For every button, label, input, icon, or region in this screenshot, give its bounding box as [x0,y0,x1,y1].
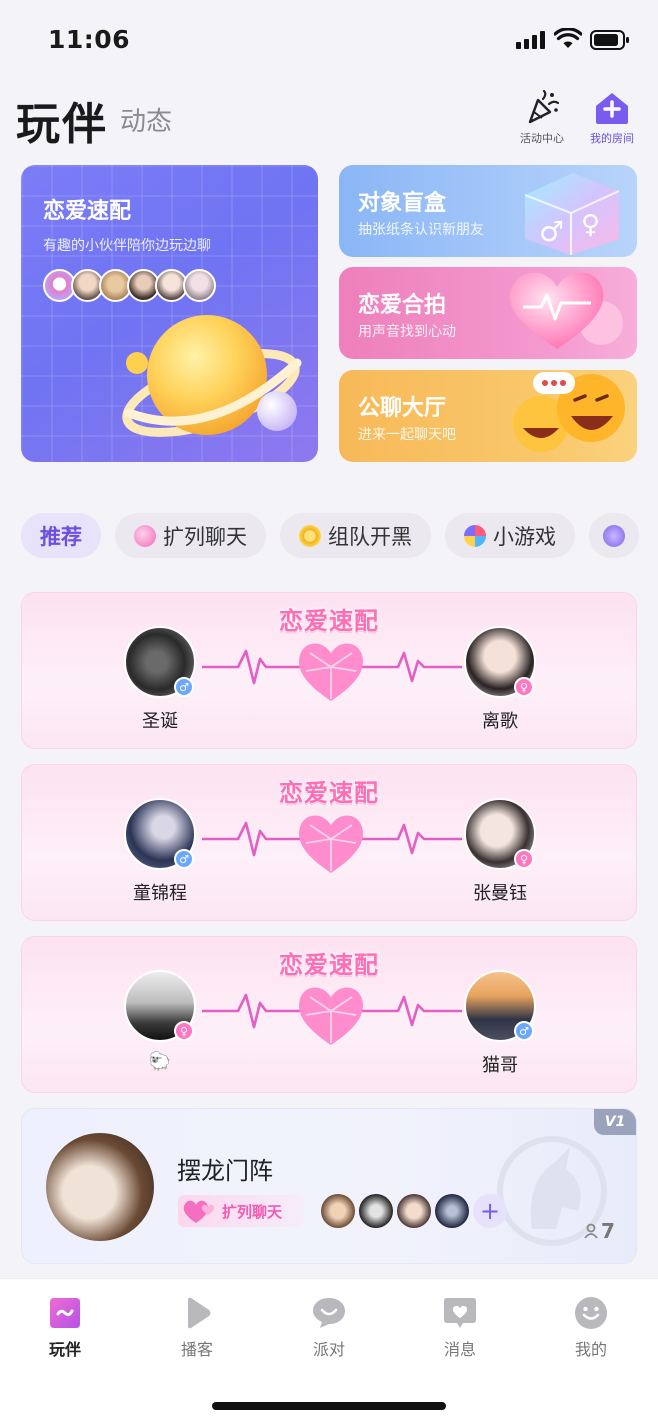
match-right-name: 猫哥 [482,1055,518,1076]
avatar [321,1194,355,1228]
tab-team-up[interactable]: 组队开黑 [280,513,431,558]
tab-more[interactable] [589,513,639,558]
public-chat-title: 公聊大厅 [358,396,447,421]
blind-box-title: 对象盲盒 [358,191,447,216]
duet-title: 恋爱合拍 [358,293,447,318]
blind-box-card[interactable]: 对象盲盒 抽张纸条认识新朋友 ♂ ♀ [339,165,637,257]
message-heart-icon [444,1298,476,1328]
match-left-name: 童锦程 [133,883,187,904]
room-tag-label: 扩列聊天 [222,1202,283,1221]
nav-label: 玩伴 [48,1340,81,1359]
planet-icon [122,315,302,437]
match-right-name: 张曼钰 [473,883,527,904]
tab-recommend[interactable]: 推荐 [21,513,101,558]
duet-subtitle: 用声音找到心动 [358,324,456,340]
wifi-icon [554,28,582,48]
match-title: 恋爱速配 [279,779,379,807]
chat-bubble-icon [313,1298,345,1328]
match-card[interactable]: 恋爱速配 ♀ 🐑 ♂ 猫哥 [21,936,637,1093]
laughing-emoji-icon [513,372,625,452]
room-card[interactable]: V1 摆龙门阵 扩列聊天 + 7 [21,1108,637,1264]
female-icon: ♀ [174,1021,194,1041]
public-chat-subtitle: 进来一起聊天吧 [358,427,456,443]
blind-box-subtitle: 抽张纸条认识新朋友 [358,222,484,238]
male-icon: ♂ [174,677,194,697]
match-card[interactable]: 恋爱速配 ♂ 童锦程 ♀ 张曼钰 [21,764,637,921]
avatar [397,1194,431,1228]
room-members: + [321,1194,507,1228]
coin-icon [299,524,321,547]
nav-label: 派对 [312,1340,345,1359]
avatar [183,269,216,302]
battery-icon [590,30,629,50]
room-avatar [46,1133,154,1241]
nav-me[interactable]: 我的 [551,1296,631,1360]
tab-label: 小游戏 [493,524,556,549]
activity-center-label: 活动中心 [520,132,564,145]
match-left-name: 圣诞 [142,711,178,732]
game-icon [464,524,486,547]
avatar [435,1194,469,1228]
tab-label: 组队开黑 [328,524,412,549]
activity-center-button[interactable]: 活动中心 [515,90,569,146]
match-title: 恋爱速配 [279,607,379,635]
my-room-button[interactable]: 我的房间 [586,90,638,146]
nav-playmate[interactable]: 玩伴 [25,1296,105,1360]
status-time: 11:06 [48,25,131,54]
heart-icon [509,272,623,349]
hearts-icon [134,524,156,547]
tab-label: 扩列聊天 [163,524,247,549]
svg-text:♂: ♂ [539,215,564,248]
play-icon [188,1297,211,1329]
public-chat-card[interactable]: 公聊大厅 进来一起聊天吧 [339,370,637,462]
duet-card[interactable]: 恋爱合拍 用声音找到心动 [339,267,637,359]
tab-expand-chat[interactable]: 扩列聊天 [115,513,266,558]
room-name: 摆龙门阵 [177,1157,273,1185]
room-tag: 扩列聊天 [178,1195,304,1227]
tab-dynamics[interactable]: 动态 [120,101,172,138]
more-icon [603,524,625,547]
male-icon: ♂ [514,1021,534,1041]
person-icon [584,1223,598,1239]
tab-label: 推荐 [40,524,82,549]
match-left-name: 🐑 [148,1051,172,1072]
nav-party[interactable]: 派对 [289,1296,369,1360]
speed-match-card[interactable]: 恋爱速配 有趣的小伙伴陪你边玩边聊 [21,165,318,462]
home-indicator[interactable] [212,1402,446,1410]
nav-label: 消息 [443,1340,476,1359]
online-avatars [43,269,216,302]
crystal-heart-icon [299,815,363,873]
face-icon [575,1297,607,1329]
room-count-value: 7 [601,1219,615,1243]
nav-label: 我的 [574,1340,607,1359]
page-title: 玩伴 [16,99,108,150]
add-member-button[interactable]: + [473,1194,507,1228]
female-icon: ♀ [514,677,534,697]
home-plus-icon [596,93,628,124]
nav-label: 播客 [180,1340,213,1359]
my-room-label: 我的房间 [590,132,634,145]
speed-match-title: 恋爱速配 [43,199,132,224]
room-count: 7 [584,1219,615,1243]
match-right-name: 离歌 [482,711,518,732]
male-icon: ♂ [174,849,194,869]
svg-text:♀: ♀ [581,210,600,240]
match-title: 恋爱速配 [279,951,379,979]
female-icon: ♀ [514,849,534,869]
crystal-heart-icon [299,643,363,701]
gamepad-icon [50,1298,80,1328]
speed-match-subtitle: 有趣的小伙伴陪你边玩边聊 [43,238,211,254]
crystal-heart-icon [299,987,363,1045]
tab-mini-games[interactable]: 小游戏 [445,513,575,558]
signal-icon [516,31,545,49]
category-tabs: 推荐 扩列聊天 组队开黑 小游戏 [21,513,639,558]
party-popper-icon [528,90,560,124]
match-card[interactable]: 恋爱速配 ♂ 圣诞 ♀ 离歌 [21,592,637,749]
nav-podcast[interactable]: 播客 [157,1296,237,1360]
hearts-icon [183,1200,215,1223]
nav-messages[interactable]: 消息 [420,1296,500,1360]
gender-cube-icon: ♂ ♀ [524,173,620,255]
avatar [359,1194,393,1228]
